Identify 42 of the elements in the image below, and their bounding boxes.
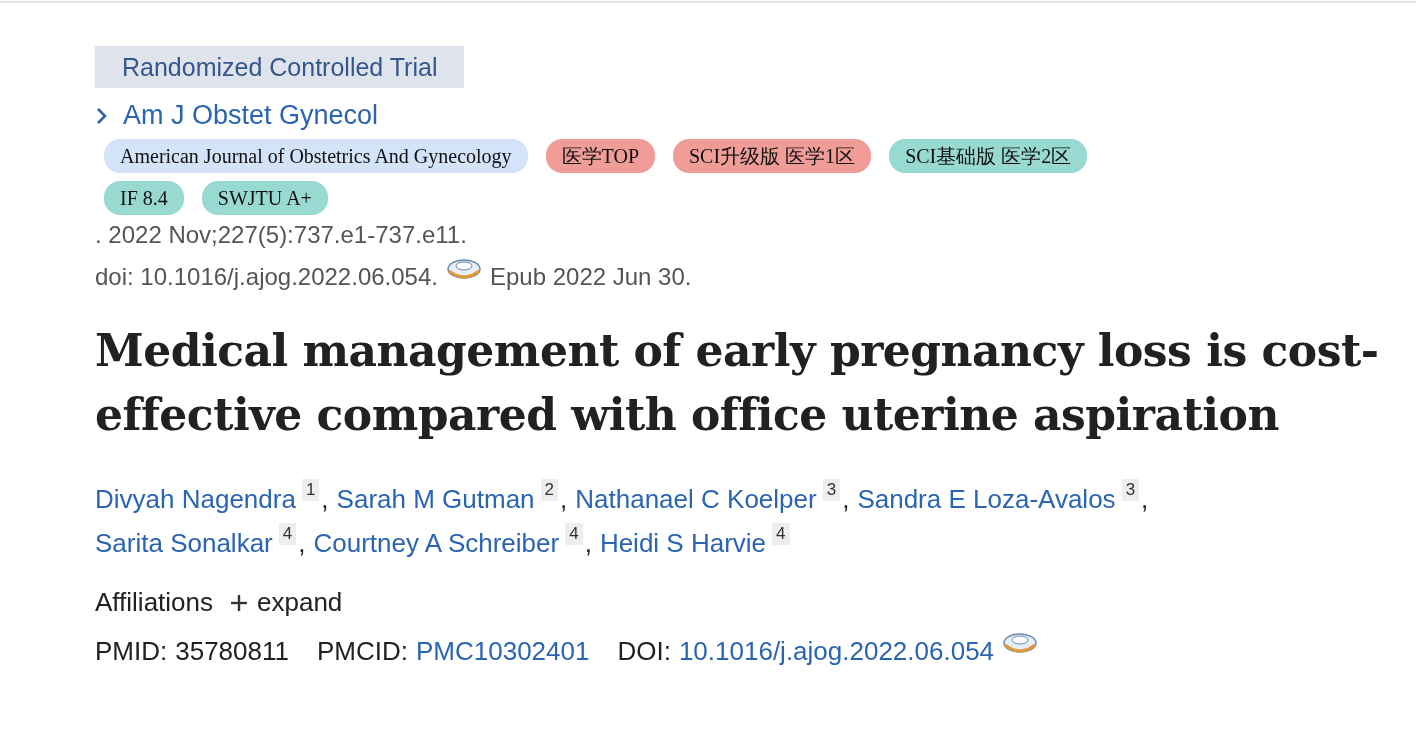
pmcid-label: PMCID: bbox=[317, 636, 408, 667]
pmid-value: 35780811 bbox=[175, 636, 289, 667]
author-link[interactable]: Divyah Nagendra bbox=[95, 477, 296, 521]
doi-link[interactable]: 10.1016/j.ajog.2022.06.054 bbox=[678, 636, 995, 667]
epub-date: Epub 2022 Jun 30. bbox=[489, 263, 692, 291]
author-link[interactable]: Sarah M Gutman bbox=[336, 477, 535, 521]
expand-button[interactable]: expand bbox=[229, 587, 343, 618]
citation-text: . 2022 Nov;227(5):737.e1-737.e11. bbox=[95, 221, 468, 249]
affiliations-label: Affiliations bbox=[95, 587, 214, 618]
journal-link[interactable]: Am J Obstet Gynecol bbox=[95, 100, 379, 131]
chevron-right-icon bbox=[95, 105, 109, 126]
affiliation-number[interactable]: 1 bbox=[301, 479, 320, 501]
author-link[interactable]: Sarita Sonalkar bbox=[95, 521, 273, 565]
journal-tag: 医学TOP bbox=[545, 139, 655, 173]
journal-tag: SCI升级版 医学1区 bbox=[673, 139, 872, 173]
comma: , bbox=[321, 483, 329, 516]
comma: , bbox=[298, 527, 306, 560]
doi-label: DOI: bbox=[617, 636, 671, 667]
pmcid-link[interactable]: PMC10302401 bbox=[416, 636, 590, 667]
author-link[interactable]: Courtney A Schreiber bbox=[313, 521, 560, 565]
article-title: Medical management of early pregnancy loss is cost-effective compared with office uterine aspiration bbox=[95, 324, 1380, 442]
journal-tag: SCI基础版 医学2区 bbox=[889, 139, 1088, 173]
journal-tag: SWJTU A+ bbox=[201, 181, 328, 215]
comma: , bbox=[560, 483, 568, 516]
affiliation-number[interactable]: 4 bbox=[772, 523, 790, 545]
comma: , bbox=[1141, 483, 1149, 516]
affiliation-number[interactable]: 4 bbox=[278, 523, 297, 545]
plus-icon bbox=[229, 592, 250, 613]
publication-type-label: Randomized Controlled Trial bbox=[95, 46, 465, 88]
affiliation-number[interactable]: 3 bbox=[1121, 479, 1140, 501]
journal-tag: American Journal of Obstetrics And Gynecology bbox=[104, 139, 528, 173]
author-link[interactable]: Sandra E Loza-Avalos bbox=[857, 477, 1116, 521]
comma: , bbox=[842, 483, 850, 516]
author-link[interactable]: Nathanael C Koelper bbox=[575, 477, 817, 521]
doi-text: doi: 10.1016/j.ajog.2022.06.054. bbox=[95, 263, 438, 291]
pmid-label: PMID: bbox=[95, 636, 168, 667]
comma: , bbox=[584, 527, 592, 560]
affiliation-number[interactable]: 4 bbox=[565, 523, 583, 545]
affiliation-number[interactable]: 2 bbox=[540, 479, 559, 501]
affiliation-number[interactable]: 3 bbox=[822, 479, 841, 501]
journal-tag: IF 8.4 bbox=[104, 181, 184, 215]
author-link[interactable]: Heidi S Harvie bbox=[599, 521, 767, 565]
